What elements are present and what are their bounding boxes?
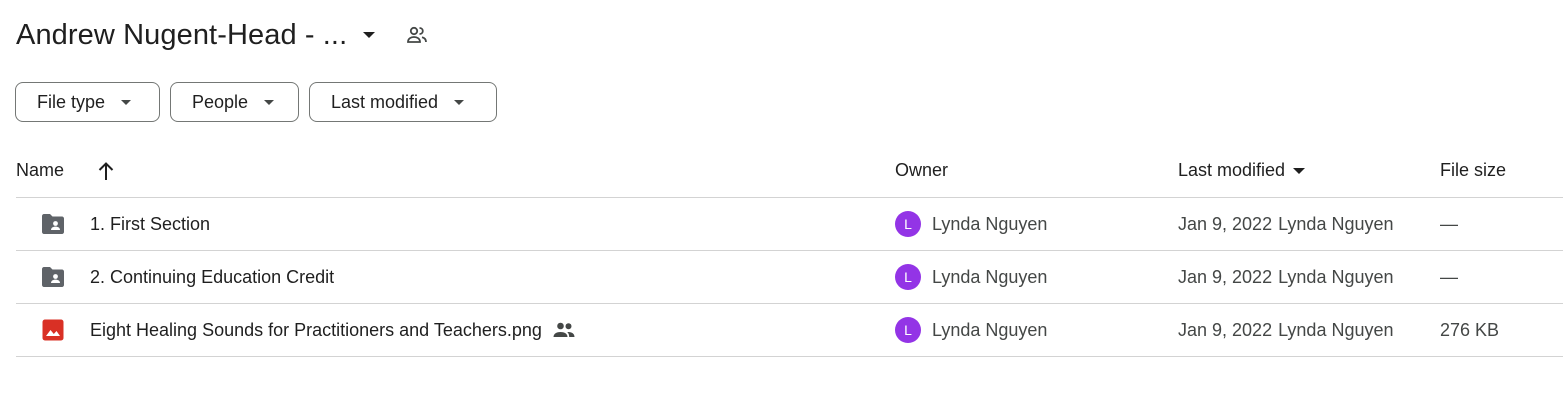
column-header-label: Last modified (1178, 160, 1286, 180)
file-name[interactable]: Eight Healing Sounds for Practitioners a… (90, 320, 542, 341)
last-modified-cell: Jan 9, 2022 Lynda Nguyen (1178, 251, 1394, 303)
avatar[interactable]: L (895, 264, 921, 290)
owner-cell: L Lynda Nguyen (895, 251, 1047, 303)
file-type-filter[interactable]: File type (15, 82, 160, 122)
file-name-cell: Eight Healing Sounds for Practitioners a… (90, 304, 576, 356)
chevron-down-icon (454, 99, 465, 105)
owner-name: Lynda Nguyen (932, 319, 1048, 340)
table-row[interactable]: Eight Healing Sounds for Practitioners a… (16, 304, 1563, 357)
file-list: Name Owner Last modified File size 1. Fi… (16, 146, 1563, 357)
file-name[interactable]: 2. Continuing Education Credit (90, 251, 334, 303)
people-icon[interactable] (399, 17, 435, 53)
chevron-down-icon (121, 99, 132, 105)
avatar[interactable]: L (895, 317, 921, 343)
arrow-drop-down-icon (1293, 167, 1306, 174)
image-file-icon (40, 304, 66, 356)
chip-label: File type (37, 91, 106, 112)
modified-by: Lynda Nguyen (1278, 319, 1394, 340)
table-row[interactable]: 2. Continuing Education Credit L Lynda N… (16, 251, 1563, 304)
owner-name: Lynda Nguyen (932, 266, 1048, 287)
file-size: 276 KB (1440, 319, 1500, 340)
folder-header: Andrew Nugent-Head - ... (16, 14, 435, 56)
chevron-down-icon (264, 99, 275, 105)
modified-date: Jan 9, 2022 (1178, 266, 1273, 287)
folder-title[interactable]: Andrew Nugent-Head - ... (16, 19, 347, 52)
file-size: — (1440, 266, 1458, 287)
chip-label: Last modified (331, 91, 439, 112)
modified-by: Lynda Nguyen (1278, 266, 1394, 287)
drive-folder-view: Andrew Nugent-Head - ... File type Peopl… (0, 0, 1563, 401)
last-modified-cell: Jan 9, 2022 Lynda Nguyen (1178, 198, 1394, 250)
owner-cell: L Lynda Nguyen (895, 304, 1047, 356)
table-row[interactable]: 1. First Section L Lynda Nguyen Jan 9, 2… (16, 198, 1563, 251)
owner-cell: L Lynda Nguyen (895, 198, 1047, 250)
last-modified-filter[interactable]: Last modified (309, 82, 497, 122)
modified-date: Jan 9, 2022 (1178, 213, 1273, 234)
modified-date: Jan 9, 2022 (1178, 319, 1273, 340)
filter-chips: File type People Last modified (15, 82, 497, 122)
people-icon (552, 321, 576, 339)
shared-folder-icon (40, 198, 66, 250)
column-header-file-size[interactable]: File size (1440, 160, 1506, 181)
column-header-owner[interactable]: Owner (895, 160, 948, 181)
modified-by: Lynda Nguyen (1278, 213, 1394, 234)
chip-label: People (192, 91, 249, 112)
table-header: Name Owner Last modified File size (16, 146, 1563, 198)
arrow-drop-down-icon[interactable] (351, 17, 387, 53)
last-modified-cell: Jan 9, 2022 Lynda Nguyen (1178, 304, 1394, 356)
arrow-up-icon[interactable] (96, 160, 116, 182)
owner-name: Lynda Nguyen (932, 213, 1048, 234)
avatar[interactable]: L (895, 211, 921, 237)
people-filter[interactable]: People (170, 82, 299, 122)
column-header-name[interactable]: Name (16, 160, 64, 181)
column-header-last-modified[interactable]: Last modified (1178, 160, 1306, 181)
file-name[interactable]: 1. First Section (90, 198, 210, 250)
file-size: — (1440, 213, 1458, 234)
shared-folder-icon (40, 251, 66, 303)
